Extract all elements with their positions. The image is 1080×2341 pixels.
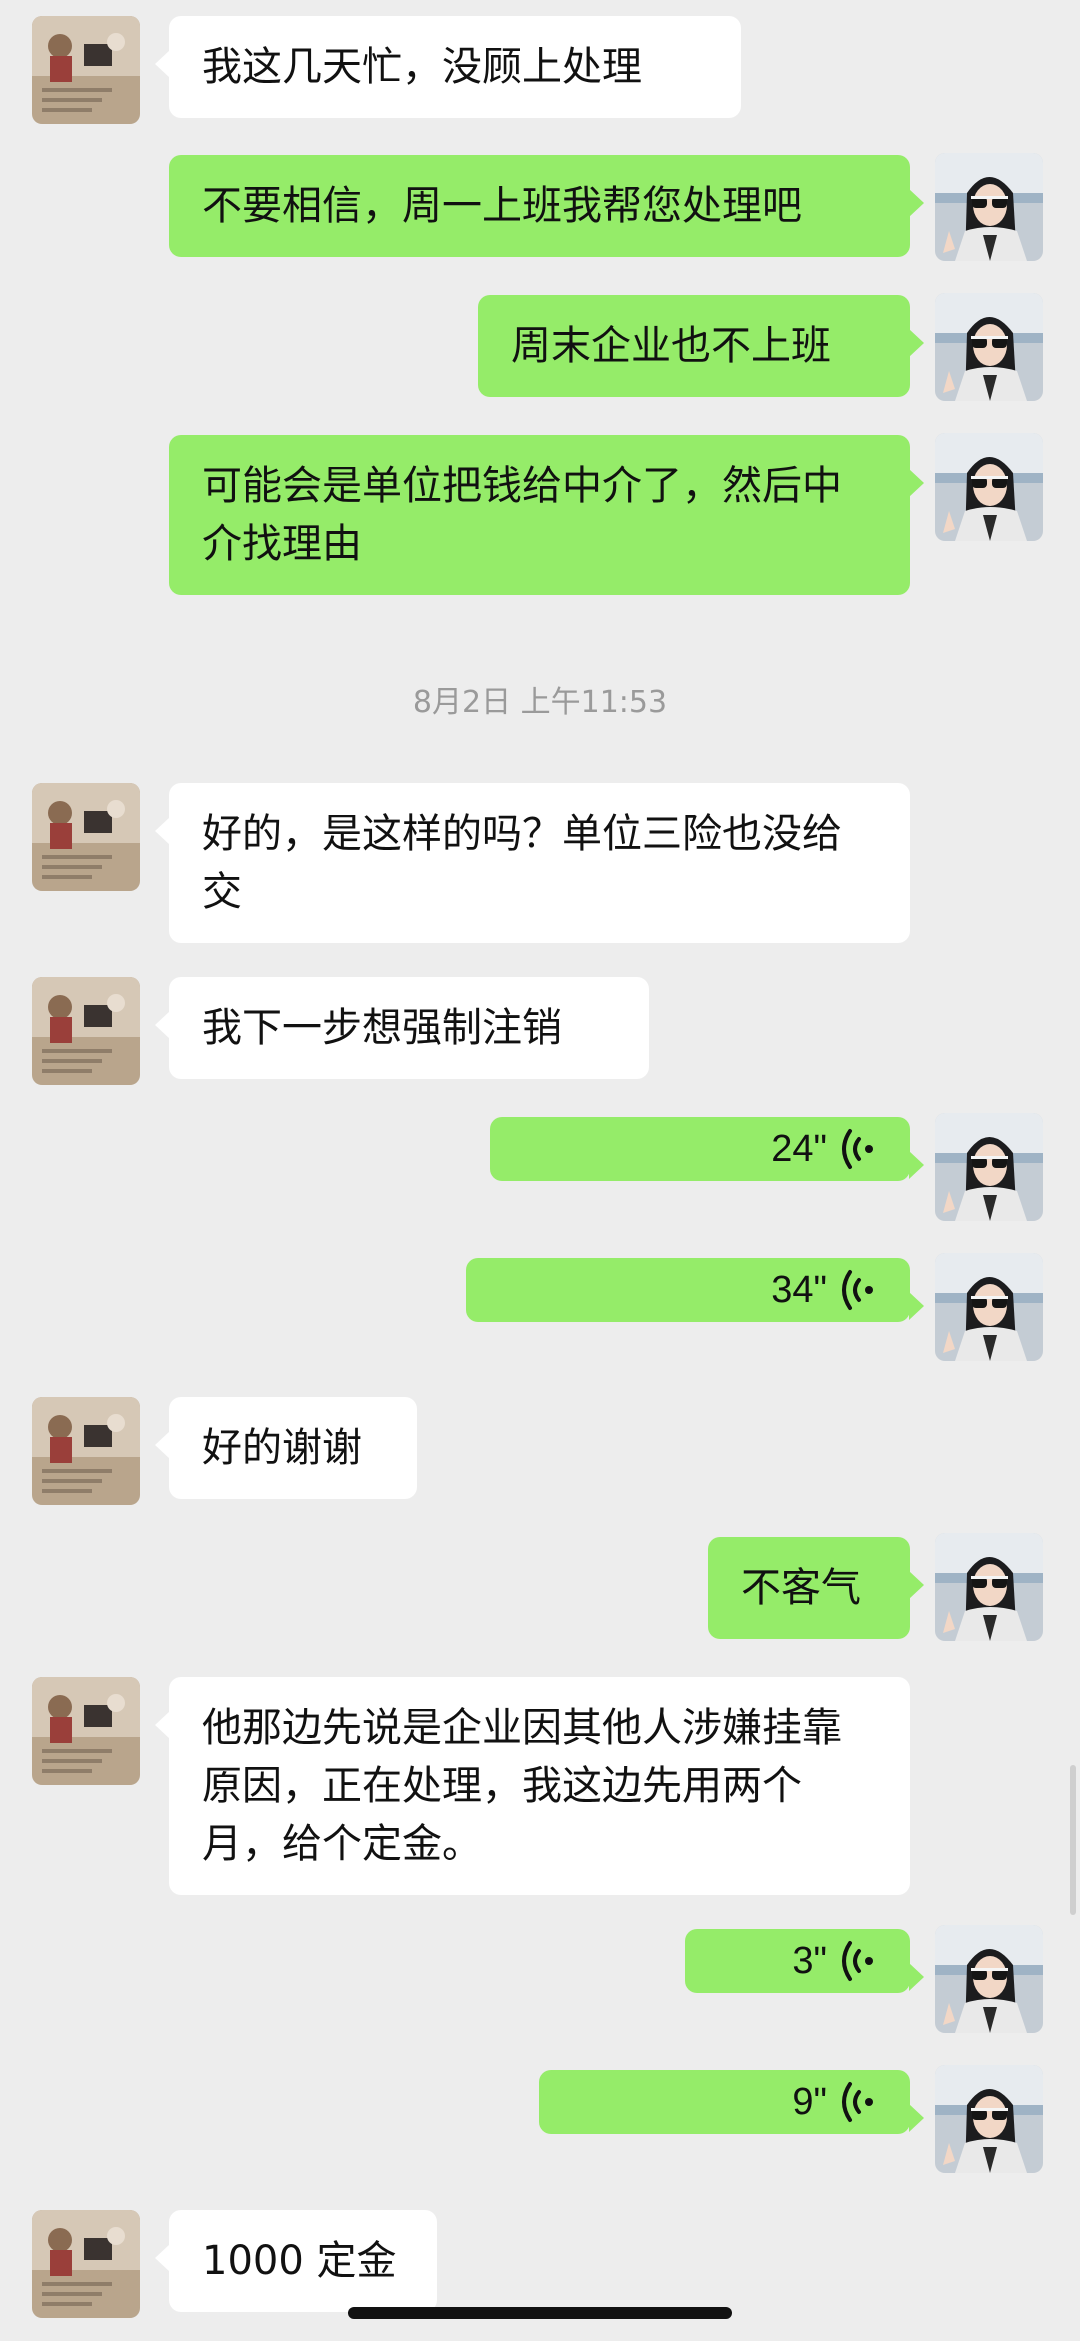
message-text: 1000 定金 [202,2238,397,2284]
message-bubble[interactable]: 可能会是单位把钱给中介了，然后中介找理由 [169,435,924,595]
voice-message-bubble[interactable]: 34" [466,1258,924,1322]
contact-avatar[interactable] [32,1397,140,1505]
message-text: 我下一步想强制注销 [202,1005,562,1051]
contact-avatar[interactable] [32,1677,140,1785]
self-avatar[interactable] [935,1253,1043,1361]
message-bubble[interactable]: 不要相信，周一上班我帮您处理吧 [169,155,924,257]
contact-avatar[interactable] [32,977,140,1085]
self-avatar[interactable] [935,1533,1043,1641]
voice-message-bubble[interactable]: 3" [685,1929,924,1993]
voice-duration: 24" [771,1128,827,1170]
voice-duration: 3" [792,1940,827,1982]
message-text: 周末企业也不上班 [511,323,831,369]
message-text: 可能会是单位把钱给中介了，然后中介找理由 [202,463,842,567]
self-avatar[interactable] [935,433,1043,541]
voice-wave-icon [841,1269,877,1311]
self-avatar[interactable] [935,293,1043,401]
message-bubble[interactable]: 我这几天忙，没顾上处理 [155,16,741,118]
message-bubble[interactable]: 周末企业也不上班 [478,295,924,397]
message-bubble[interactable]: 1000 定金 [155,2210,437,2312]
self-avatar[interactable] [935,1113,1043,1221]
message-bubble[interactable]: 我下一步想强制注销 [155,977,649,1079]
message-bubble[interactable]: 不客气 [708,1537,924,1639]
home-indicator[interactable] [348,2307,732,2319]
message-text: 不客气 [741,1565,861,1611]
message-bubble[interactable]: 他那边先说是企业因其他人涉嫌挂靠原因，正在处理，我这边先用两个月，给个定金。 [155,1677,910,1895]
voice-wave-icon [841,2081,877,2123]
self-avatar[interactable] [935,153,1043,261]
voice-wave-icon [841,1128,877,1170]
voice-duration: 34" [771,1269,827,1311]
voice-message-bubble[interactable]: 24" [490,1117,924,1181]
message-text: 好的，是这样的吗？单位三险也没给交 [202,811,842,915]
message-bubble[interactable]: 好的，是这样的吗？单位三险也没给交 [155,783,910,943]
self-avatar[interactable] [935,1925,1043,2033]
message-text: 不要相信，周一上班我帮您处理吧 [202,183,802,229]
voice-wave-icon [841,1940,877,1982]
voice-duration: 9" [792,2081,827,2123]
message-text: 他那边先说是企业因其他人涉嫌挂靠原因，正在处理，我这边先用两个月，给个定金。 [202,1705,842,1867]
contact-avatar[interactable] [32,783,140,891]
message-bubble[interactable]: 好的谢谢 [155,1397,417,1499]
message-text: 我这几天忙，没顾上处理 [202,44,642,90]
contact-avatar[interactable] [32,2210,140,2318]
voice-message-bubble[interactable]: 9" [539,2070,924,2134]
self-avatar[interactable] [935,2065,1043,2173]
message-text: 好的谢谢 [202,1425,362,1471]
chat-timestamp: 8月2日 上午11:53 [412,685,668,720]
scroll-indicator[interactable] [1070,1765,1076,1915]
contact-avatar[interactable] [32,16,140,124]
